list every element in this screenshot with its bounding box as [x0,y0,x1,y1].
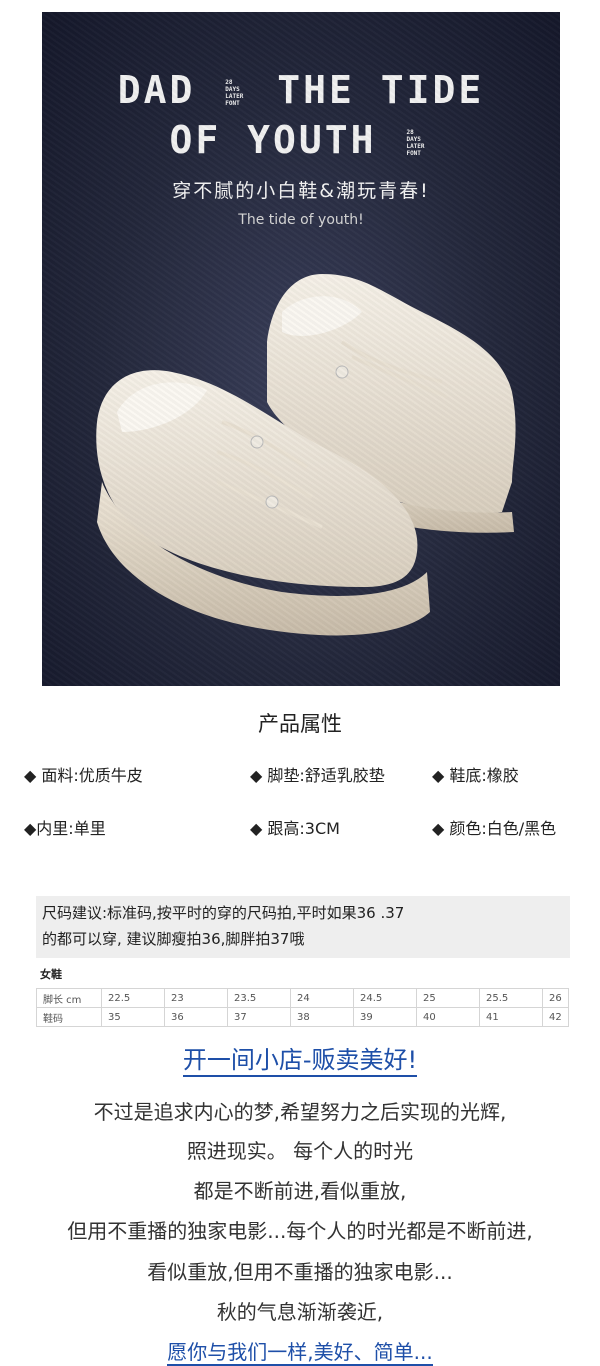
attr-lining: ◆内里:单里 [24,819,106,838]
size-suggestion-line2: 的都可以穿, 建议脚瘦拍36,脚胖拍37哦 [42,930,305,948]
paragraph-line-4: 但用不重播的独家电影...每个人的时光都是不断前进, [67,1219,533,1243]
table-cell: 37 [227,1007,291,1027]
sneakers-illustration [96,274,516,636]
table-cell: 25.5 [479,988,543,1008]
attr-sole: ◆ 鞋底:橡胶 [432,766,519,785]
paragraph-line-3: 都是不断前进,看似重放, [193,1179,407,1203]
paragraph-line-2: 照进现实。 每个人的时光 [186,1139,414,1163]
table-cell: 26 [542,988,569,1008]
size-table: 脚长 cm 22.5 23 23.5 24 24.5 25 25.5 26 鞋码… [36,988,569,1027]
table-cell: 35 [101,1007,165,1027]
shop-headline[interactable]: 开一间小店-贩卖美好! [0,1040,600,1077]
hero-image: DAD 28 DAYS LATER FONT THE TIDE OF YOUTH… [42,12,560,686]
paragraph-line-1: 不过是追求内心的梦,希望努力之后实现的光辉, [93,1100,507,1124]
table-cell: 23.5 [227,988,291,1008]
paragraph-line-6: 秋的气息渐渐袭近, [216,1300,384,1324]
attributes-title: 产品属性 [258,712,342,736]
table-cell: 36 [164,1007,228,1027]
attr-color: ◆ 颜色:白色/黑色 [432,819,557,838]
table-cell: 39 [353,1007,417,1027]
table-cell: 41 [479,1007,543,1027]
size-suggestion-line1: 尺码建议:标准码,按平时的穿的尺码拍,平时如果36 .37 [42,904,405,922]
table-cell: 脚长 cm [36,988,102,1008]
attr-heel-height: ◆ 跟高:3CM [250,819,340,838]
size-table-title: 女鞋 [40,968,62,981]
table-cell: 鞋码 [36,1007,102,1027]
table-cell: 24.5 [353,988,417,1008]
table-cell: 25 [416,988,480,1008]
attr-insole: ◆ 脚垫:舒适乳胶垫 [250,766,385,785]
table-cell: 42 [542,1007,569,1027]
paragraph-link[interactable]: 愿你与我们一样,美好、简单... [167,1340,433,1366]
table-row: 鞋码 35 36 37 38 39 40 41 42 [36,1007,569,1027]
table-row: 脚长 cm 22.5 23 23.5 24 24.5 25 25.5 26 [36,988,569,1008]
shop-headline-link[interactable]: 开一间小店-贩卖美好! [182,1046,418,1077]
table-cell: 40 [416,1007,480,1027]
size-suggestion: 尺码建议:标准码,按平时的穿的尺码拍,平时如果36 .37 的都可以穿, 建议脚… [36,896,570,958]
paragraph-line-5: 看似重放,但用不重播的独家电影... [147,1260,453,1284]
table-cell: 38 [290,1007,354,1027]
paragraph-line-7[interactable]: 愿你与我们一样,美好、简单... [0,1336,600,1366]
table-cell: 22.5 [101,988,165,1008]
table-cell: 23 [164,988,228,1008]
table-cell: 24 [290,988,354,1008]
attr-material: ◆ 面料:优质牛皮 [24,766,143,785]
